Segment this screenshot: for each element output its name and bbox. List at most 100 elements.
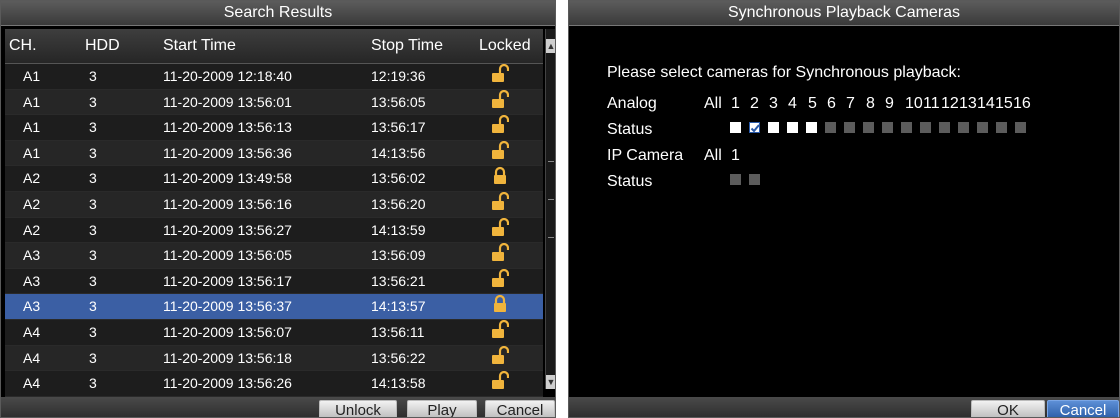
col-header-locked[interactable]: Locked: [479, 29, 531, 63]
hdd-cell: 3: [89, 323, 97, 340]
locked-icon[interactable]: [491, 166, 509, 185]
start-time-cell: 11-20-2009 13:56:01: [163, 93, 292, 110]
start-time-cell: 11-20-2009 13:56:17: [163, 272, 292, 289]
analog-channel-number: 10: [905, 95, 923, 112]
analog-camera-checkbox[interactable]: [1015, 122, 1026, 133]
sync-playback-title: Synchronous Playback Cameras: [569, 1, 1119, 26]
analog-channel-number: 4: [788, 95, 797, 112]
cancel-button[interactable]: Cancel: [1047, 400, 1119, 417]
analog-camera-checkbox[interactable]: [977, 122, 988, 133]
sync-playback-panel: Synchronous Playback Cameras Please sele…: [568, 0, 1120, 418]
start-time-cell: 11-20-2009 13:56:37: [163, 298, 292, 315]
analog-channel-number: 6: [827, 95, 836, 112]
analog-channel-number: 13: [959, 95, 977, 112]
unlocked-icon[interactable]: [491, 345, 510, 365]
sync-prompt: Please select cameras for Synchronous pl…: [607, 64, 961, 81]
cancel-button[interactable]: Cancel: [485, 400, 555, 417]
start-time-cell: 11-20-2009 13:56:16: [163, 195, 292, 212]
table-row[interactable]: A2 3 11-20-2009 13:49:58 13:56:02: [5, 166, 543, 192]
stop-time-cell: 13:56:20: [371, 195, 426, 212]
analog-status-label: Status: [607, 121, 653, 138]
unlocked-icon[interactable]: [491, 243, 510, 262]
stop-time-cell: 13:56:17: [371, 119, 426, 136]
ip-camera-checkbox[interactable]: [749, 174, 760, 185]
table-row[interactable]: A1 3 11-20-2009 12:18:40 12:19:36: [5, 63, 543, 90]
analog-camera-checkbox[interactable]: [806, 122, 817, 133]
ip-camera-checkbox[interactable]: [730, 174, 741, 185]
col-header-stop-time[interactable]: Stop Time: [371, 29, 443, 63]
ip-all-option[interactable]: All: [704, 147, 722, 165]
unlocked-icon[interactable]: [491, 191, 510, 211]
scroll-tick: [548, 161, 554, 162]
analog-channel-number: 15: [995, 95, 1013, 112]
table-row[interactable]: A3 3 11-20-2009 13:56:17 13:56:21: [5, 268, 543, 295]
ok-button[interactable]: OK: [971, 400, 1045, 417]
analog-camera-checkbox[interactable]: [844, 122, 855, 133]
stop-time-cell: 13:56:11: [371, 323, 425, 340]
hdd-cell: 3: [89, 375, 97, 392]
table-row[interactable]: A4 3 11-20-2009 13:56:07 13:56:11: [5, 319, 543, 346]
table-row[interactable]: A3 3 11-20-2009 13:56:05 13:56:09: [5, 243, 543, 269]
table-row[interactable]: A1 3 11-20-2009 13:56:01 13:56:05: [5, 89, 543, 116]
unlocked-icon[interactable]: [491, 89, 510, 109]
unlock-button[interactable]: Unlock: [319, 400, 397, 417]
analog-camera-checkbox[interactable]: [863, 122, 874, 133]
hdd-cell: 3: [89, 170, 97, 187]
play-button[interactable]: Play: [407, 400, 477, 417]
analog-channel-number: 1: [731, 95, 740, 112]
stop-time-cell: 14:13:59: [371, 221, 426, 238]
col-header-ch[interactable]: CH.: [9, 29, 37, 63]
analog-camera-checkbox[interactable]: [882, 122, 893, 133]
analog-label: Analog: [607, 95, 657, 112]
start-time-cell: 11-20-2009 13:56:07: [163, 323, 292, 340]
table-row[interactable]: A1 3 11-20-2009 13:56:36 14:13:56: [5, 140, 543, 167]
analog-channel-number: 7: [846, 95, 855, 112]
analog-camera-checkbox[interactable]: [920, 122, 931, 133]
table-row[interactable]: A3 3 11-20-2009 13:56:37 14:13:57: [5, 294, 543, 320]
scroll-down-arrow[interactable]: ▼: [546, 375, 555, 389]
start-time-cell: 11-20-2009 13:49:58: [163, 170, 292, 187]
analog-all-option[interactable]: All: [704, 95, 722, 113]
unlocked-icon[interactable]: [491, 140, 510, 160]
analog-channel-number: 12: [941, 95, 959, 112]
stop-time-cell: 14:13:57: [371, 298, 426, 315]
analog-camera-checkbox[interactable]: [749, 122, 760, 133]
analog-camera-checkbox[interactable]: [939, 122, 950, 133]
scroll-up-arrow[interactable]: ▲: [546, 39, 555, 53]
analog-camera-checkbox[interactable]: [958, 122, 969, 133]
unlocked-icon[interactable]: [491, 268, 510, 288]
channel-cell: A1: [23, 68, 41, 84]
analog-channel-number: 3: [769, 95, 778, 112]
unlocked-icon[interactable]: [491, 319, 510, 339]
scroll-tick: [548, 199, 554, 200]
channel-cell: A3: [23, 272, 41, 289]
analog-camera-checkbox[interactable]: [768, 122, 779, 133]
results-table-header: CH. HDD Start Time Stop Time Locked: [5, 29, 543, 64]
table-row[interactable]: A1 3 11-20-2009 13:56:13 13:56:17: [5, 115, 543, 141]
unlocked-icon[interactable]: [491, 217, 510, 237]
results-scrollbar[interactable]: ▲ ▼: [545, 29, 555, 389]
hdd-cell: 3: [89, 298, 97, 315]
table-row[interactable]: A2 3 11-20-2009 13:56:16 13:56:20: [5, 191, 543, 218]
stop-time-cell: 14:13:58: [371, 375, 426, 392]
sync-button-bar: OK Cancel: [569, 397, 1119, 417]
start-time-cell: 11-20-2009 13:56:36: [163, 144, 292, 161]
stop-time-cell: 13:56:22: [371, 349, 426, 366]
table-row[interactable]: A4 3 11-20-2009 13:56:18 13:56:22: [5, 345, 543, 372]
analog-camera-checkbox[interactable]: [825, 122, 836, 133]
col-header-hdd[interactable]: HDD: [85, 29, 120, 63]
table-row[interactable]: A4 3 11-20-2009 13:56:26 14:13:58: [5, 371, 543, 397]
analog-camera-checkbox[interactable]: [996, 122, 1007, 133]
table-row[interactable]: A2 3 11-20-2009 13:56:27 14:13:59: [5, 217, 543, 244]
unlocked-icon[interactable]: [491, 371, 510, 390]
locked-icon[interactable]: [491, 294, 509, 313]
unlocked-icon[interactable]: [491, 63, 510, 83]
hdd-cell: 3: [89, 119, 97, 136]
analog-camera-checkbox[interactable]: [730, 122, 741, 133]
channel-cell: A2: [23, 221, 41, 238]
unlocked-icon[interactable]: [491, 115, 510, 134]
analog-camera-checkbox[interactable]: [787, 122, 798, 133]
results-table-body: A1 3 11-20-2009 12:18:40 12:19:36 A1 3 11-20-2…: [5, 63, 543, 397]
col-header-start-time[interactable]: Start Time: [163, 29, 236, 63]
analog-camera-checkbox[interactable]: [901, 122, 912, 133]
